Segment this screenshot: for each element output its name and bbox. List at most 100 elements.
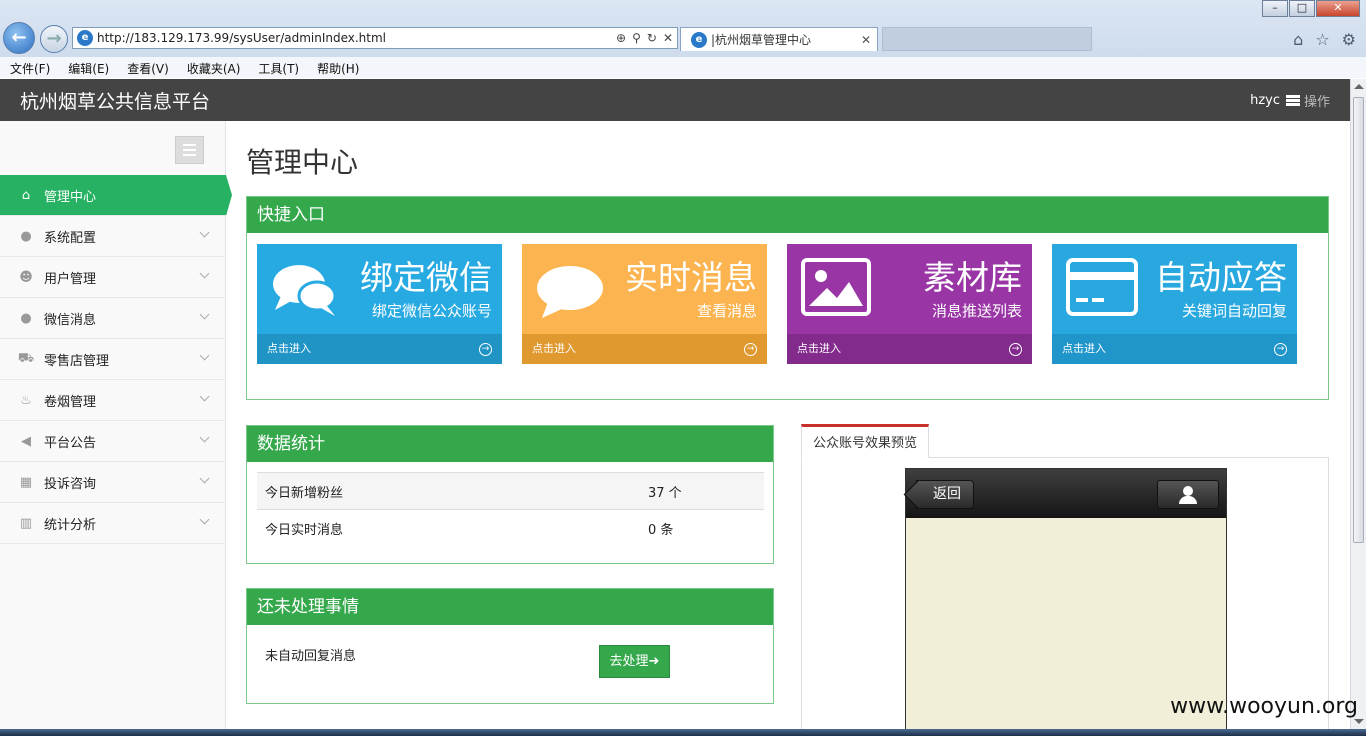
url-text[interactable]: http://183.129.173.99/sysUser/adminIndex…: [97, 31, 616, 45]
main-content: 管理中心 快捷入口 绑定微信 绑定微信公众账号 点击进入 → 实时消息 查看消息…: [246, 121, 1329, 729]
sidebar-item-cigarettes[interactable]: ♨ 卷烟管理: [0, 380, 226, 421]
tab-title: |杭州烟草管理中心: [711, 33, 812, 47]
tile-subtitle: 查看消息: [696, 302, 757, 320]
stop-icon[interactable]: ✕: [663, 31, 673, 45]
browser-toolbar-icons: ⌂ ☆ ⚙: [1293, 30, 1356, 49]
chevron-down-icon: [199, 432, 210, 443]
panel-heading: 快捷入口: [247, 197, 1328, 233]
sidebar-item-statistics[interactable]: ▥ 统计分析: [0, 503, 226, 544]
browser-tab-inactive[interactable]: [882, 27, 1092, 51]
address-bar[interactable]: e http://183.129.173.99/sysUser/adminInd…: [72, 27, 678, 49]
tile-link[interactable]: 点击进入: [1062, 342, 1106, 355]
sidebar-item-label: 统计分析: [44, 517, 97, 533]
sidebar-item-label: 投诉咨询: [44, 476, 97, 492]
arrow-right-circle-icon: →: [479, 343, 492, 356]
arrow-right-circle-icon: →: [1009, 343, 1022, 356]
windows-taskbar: [0, 729, 1366, 736]
back-button[interactable]: ←: [3, 22, 35, 54]
menu-file[interactable]: 文件(F): [0, 57, 58, 78]
ie-icon: e: [77, 30, 93, 46]
tab-close-icon[interactable]: ✕: [861, 33, 877, 47]
search-icon[interactable]: ⚲: [632, 31, 641, 45]
minimize-button[interactable]: –: [1262, 0, 1288, 17]
phone-header: 返回: [906, 469, 1226, 518]
pending-tasks-panel: 还未处理事情 未自动回复消息 去处理➜: [246, 588, 774, 704]
top-navbar: 杭州烟草公共信息平台 hzyc 操作: [0, 79, 1350, 121]
chevron-down-icon: [199, 350, 210, 361]
tile-title: 素材库: [923, 258, 1022, 297]
settings-gear-icon[interactable]: ⚙: [1342, 30, 1356, 49]
tile-link[interactable]: 点击进入: [267, 342, 311, 355]
phone-mockup: 返回: [905, 468, 1227, 729]
tile-realtime-messages[interactable]: 实时消息 查看消息 点击进入 →: [522, 244, 767, 364]
tile-bind-wechat[interactable]: 绑定微信 绑定微信公众账号 点击进入 →: [257, 244, 502, 364]
picture-icon: [801, 258, 871, 316]
qrcode-icon: ▦: [19, 474, 33, 490]
bar-chart-icon: ▥: [19, 515, 33, 531]
chevron-down-icon: [199, 473, 210, 484]
chevron-down-icon: [199, 514, 210, 525]
sidebar-item-label: 平台公告: [44, 435, 97, 451]
browser-tab-active[interactable]: e |杭州烟草管理中心 ✕: [680, 27, 878, 51]
sidebar-item-label: 用户管理: [44, 271, 97, 287]
arrow-right-circle-icon: ➜: [648, 654, 660, 669]
process-button-label: 去处理: [609, 654, 649, 669]
page-scrollbar[interactable]: [1350, 79, 1366, 729]
process-button[interactable]: 去处理➜: [599, 645, 670, 678]
chevron-down-icon: [199, 391, 210, 402]
close-window-button[interactable]: ✕: [1316, 0, 1360, 17]
tile-subtitle: 绑定微信公众账号: [371, 302, 492, 320]
menu-view[interactable]: 查看(V): [117, 57, 177, 78]
chat-bubbles-icon: [273, 265, 337, 316]
brand-title[interactable]: 杭州烟草公共信息平台: [20, 87, 1250, 114]
compat-icon[interactable]: ⊕: [616, 31, 626, 45]
sidebar-item-label: 系统配置: [44, 230, 97, 246]
user-name[interactable]: hzyc: [1250, 93, 1280, 108]
scroll-down-icon[interactable]: [1354, 719, 1364, 724]
tile-title: 绑定微信: [360, 258, 492, 297]
sidebar-item-admin-center[interactable]: ⌂ 管理中心: [0, 175, 232, 216]
sidebar-toggle-button[interactable]: [175, 136, 204, 164]
users-icon: ☻: [19, 269, 33, 285]
tile-subtitle: 关键词自动回复: [1181, 302, 1287, 320]
tile-link[interactable]: 点击进入: [797, 342, 841, 355]
scrollbar-thumb[interactable]: [1353, 97, 1364, 543]
tile-title: 实时消息: [625, 258, 757, 297]
sidebar-item-retail-stores[interactable]: ⛟ 零售店管理: [0, 339, 226, 380]
refresh-icon[interactable]: ↻: [647, 31, 657, 45]
watermark: www.wooyun.org: [1170, 694, 1358, 719]
cart-icon: ⛟: [17, 350, 35, 366]
tile-subtitle: 消息推送列表: [931, 302, 1022, 320]
forward-button[interactable]: →: [40, 25, 68, 53]
credit-card-icon: [1066, 258, 1138, 316]
menu-edit[interactable]: 编辑(E): [58, 57, 117, 78]
window-controls: – □ ✕: [1261, 0, 1360, 17]
operations-menu[interactable]: 操作: [1304, 91, 1330, 110]
tile-media-library[interactable]: 素材库 消息推送列表 点击进入 →: [787, 244, 1032, 364]
arrow-right-circle-icon: →: [744, 343, 757, 356]
sidebar-item-announcements[interactable]: ◀ 平台公告: [0, 421, 226, 462]
menu-help[interactable]: 帮助(H): [307, 57, 367, 78]
scroll-up-icon[interactable]: [1354, 84, 1364, 89]
menu-favorites[interactable]: 收藏夹(A): [177, 57, 249, 78]
sidebar-item-user-management[interactable]: ☻ 用户管理: [0, 257, 226, 298]
table-row: 今日实时消息 0 条: [257, 509, 764, 547]
sidebar-item-system-config[interactable]: ● 系统配置: [0, 216, 226, 257]
list-icon[interactable]: [1285, 94, 1300, 106]
browser-chrome: – □ ✕ ← → e http://183.129.173.99/sysUse…: [0, 0, 1366, 78]
menu-tools[interactable]: 工具(T): [248, 57, 307, 78]
chevron-down-icon: [199, 309, 210, 320]
sidebar-item-complaints[interactable]: ▦ 投诉咨询: [0, 462, 226, 503]
tile-title: 自动应答: [1155, 258, 1287, 297]
tile-auto-reply[interactable]: 自动应答 关键词自动回复 点击进入 →: [1052, 244, 1297, 364]
sidebar-item-wechat-messages[interactable]: ● 微信消息: [0, 298, 226, 339]
maximize-button[interactable]: □: [1289, 0, 1315, 17]
favorites-star-icon[interactable]: ☆: [1315, 30, 1329, 49]
stat-label: 今日实时消息: [257, 509, 640, 547]
pending-label: 未自动回复消息: [265, 649, 357, 664]
tile-link[interactable]: 点击进入: [532, 342, 576, 355]
phone-back-button[interactable]: 返回: [916, 480, 974, 509]
home-page-icon[interactable]: ⌂: [1293, 30, 1303, 49]
tab-account-preview[interactable]: 公众账号效果预览: [801, 424, 930, 458]
phone-user-button[interactable]: [1157, 480, 1219, 509]
